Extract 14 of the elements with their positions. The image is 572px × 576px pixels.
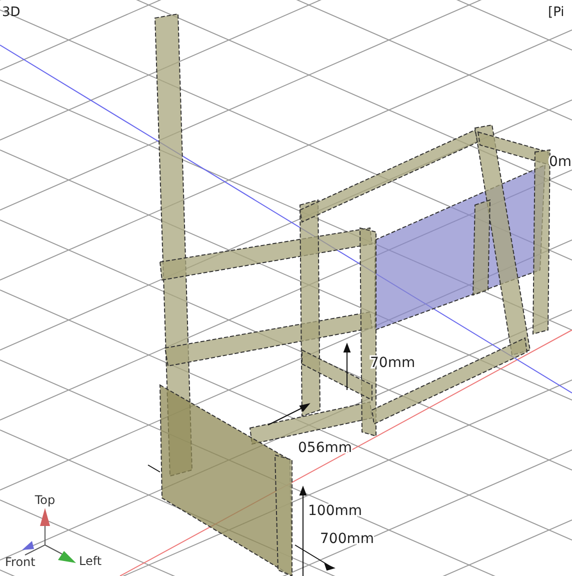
dimension-label: 100mm bbox=[308, 503, 362, 519]
axis-label: Top bbox=[34, 493, 56, 507]
dimension-label: 700mm bbox=[320, 531, 374, 547]
axis-arrow-icon bbox=[22, 541, 34, 550]
view-mode-label: 3D bbox=[2, 5, 20, 20]
axis-lines bbox=[24, 524, 62, 556]
camera-label: [Pi bbox=[548, 5, 564, 20]
axis-label: Left bbox=[79, 554, 102, 568]
dimension-label: 0m bbox=[549, 154, 572, 170]
dimension-label: 70mm bbox=[370, 355, 416, 371]
axis-arrow-icon bbox=[58, 551, 76, 563]
axis-arrow-icon bbox=[40, 508, 50, 526]
axis-label: Front bbox=[5, 555, 36, 569]
dimension-label: 056mm bbox=[298, 440, 352, 456]
